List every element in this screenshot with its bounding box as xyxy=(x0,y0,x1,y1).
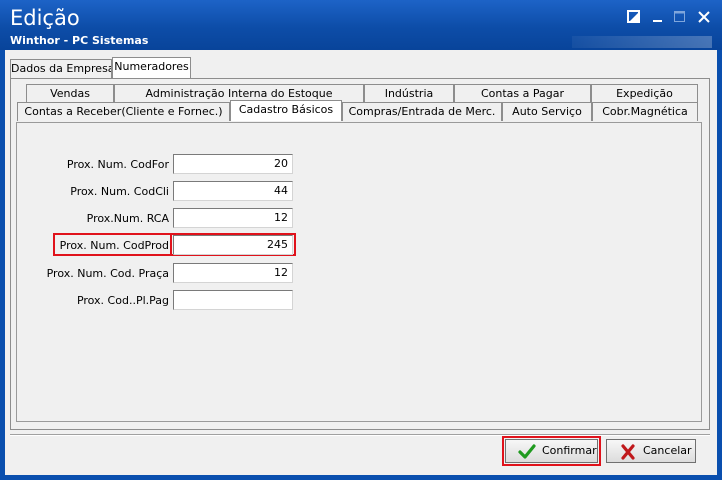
tab-label: Auto Serviço xyxy=(512,105,582,118)
tab-compras-entrada-merc[interactable]: Compras/Entrada de Merc. xyxy=(342,102,502,121)
confirm-button[interactable]: Confirmar xyxy=(505,439,598,463)
numeradores-panel: Vendas Administração Interna do Estoque … xyxy=(10,78,710,430)
title-bar[interactable]: Edição Winthor - PC Sistemas xyxy=(0,0,722,50)
tab-auto-servico[interactable]: Auto Serviço xyxy=(502,102,592,121)
cancel-button[interactable]: Cancelar xyxy=(606,439,696,463)
tab-industria[interactable]: Indústria xyxy=(364,84,454,103)
codcli-input[interactable]: 44 xyxy=(173,181,293,201)
tab-cadastro-basicos[interactable]: Cadastro Básicos xyxy=(230,100,342,121)
tab-dados-da-empresa[interactable]: Dados da Empresa xyxy=(10,59,112,78)
tab-label: Expedição xyxy=(616,87,673,100)
tab-contas-a-receber[interactable]: Contas a Receber(Cliente e Fornec.) xyxy=(17,102,230,121)
cod-pl-pag-input[interactable] xyxy=(173,290,293,310)
client-area: Dados da Empresa Numeradores Vendas Admi… xyxy=(5,50,717,475)
tab-label: Numeradores xyxy=(114,60,189,73)
field-label-codcli: Prox. Num. CodCli xyxy=(70,185,169,198)
checkmark-icon xyxy=(518,443,536,461)
confirm-label: Confirmar xyxy=(542,444,597,457)
tab-label: Cobr.Magnética xyxy=(602,105,688,118)
window-subtitle: Winthor - PC Sistemas xyxy=(10,34,149,47)
footer-divider xyxy=(10,434,710,436)
field-label-cod-praca: Prox. Num. Cod. Praça xyxy=(46,267,169,280)
cross-icon xyxy=(619,443,637,461)
window-title: Edição xyxy=(10,6,80,30)
tab-label: Vendas xyxy=(50,87,90,100)
edit-window: Edição Winthor - PC Sistemas Dados da Em… xyxy=(0,0,722,480)
tab-label: Contas a Pagar xyxy=(480,87,565,100)
close-icon[interactable] xyxy=(696,10,712,24)
tab-contas-a-pagar[interactable]: Contas a Pagar xyxy=(454,84,591,103)
tab-cobr-magnetica[interactable]: Cobr.Magnética xyxy=(592,102,698,121)
inner-tab-row-1: Vendas Administração Interna do Estoque … xyxy=(15,84,703,104)
field-label-codfor: Prox. Num. CodFor xyxy=(66,158,169,171)
tab-label: Administração Interna do Estoque xyxy=(145,87,333,100)
tab-expedicao[interactable]: Expedição xyxy=(591,84,698,103)
inner-tab-row-2: Contas a Receber(Cliente e Fornec.) Cada… xyxy=(15,100,703,122)
codfor-input[interactable]: 20 xyxy=(173,154,293,174)
rca-input[interactable]: 12 xyxy=(173,208,293,228)
tab-label: Contas a Receber(Cliente e Fornec.) xyxy=(24,105,223,118)
tab-label: Dados da Empresa xyxy=(11,62,112,75)
tab-label: Compras/Entrada de Merc. xyxy=(348,105,496,118)
field-label-codprod: Prox. Num. CodProd xyxy=(59,239,169,252)
codprod-input[interactable]: 245 xyxy=(173,235,293,255)
title-bar-reflection xyxy=(572,36,712,48)
field-label-cod-pl-pag: Prox. Cod..Pl.Pag xyxy=(76,294,169,307)
restore-icon[interactable] xyxy=(626,10,642,24)
maximize-icon[interactable] xyxy=(672,10,688,24)
field-label-rca: Prox.Num. RCA xyxy=(86,212,169,225)
tab-numeradores[interactable]: Numeradores xyxy=(112,57,191,78)
cod-praca-input[interactable]: 12 xyxy=(173,263,293,283)
tab-label: Cadastro Básicos xyxy=(238,103,334,116)
tab-vendas[interactable]: Vendas xyxy=(26,84,114,103)
minimize-icon[interactable] xyxy=(650,10,666,24)
outer-tab-bar: Dados da Empresa Numeradores xyxy=(10,57,710,79)
cadastro-basicos-panel: Prox. Num. CodFor 20 Prox. Num. CodCli 4… xyxy=(16,122,702,422)
tab-label: Indústria xyxy=(384,87,434,100)
cancel-label: Cancelar xyxy=(643,444,692,457)
